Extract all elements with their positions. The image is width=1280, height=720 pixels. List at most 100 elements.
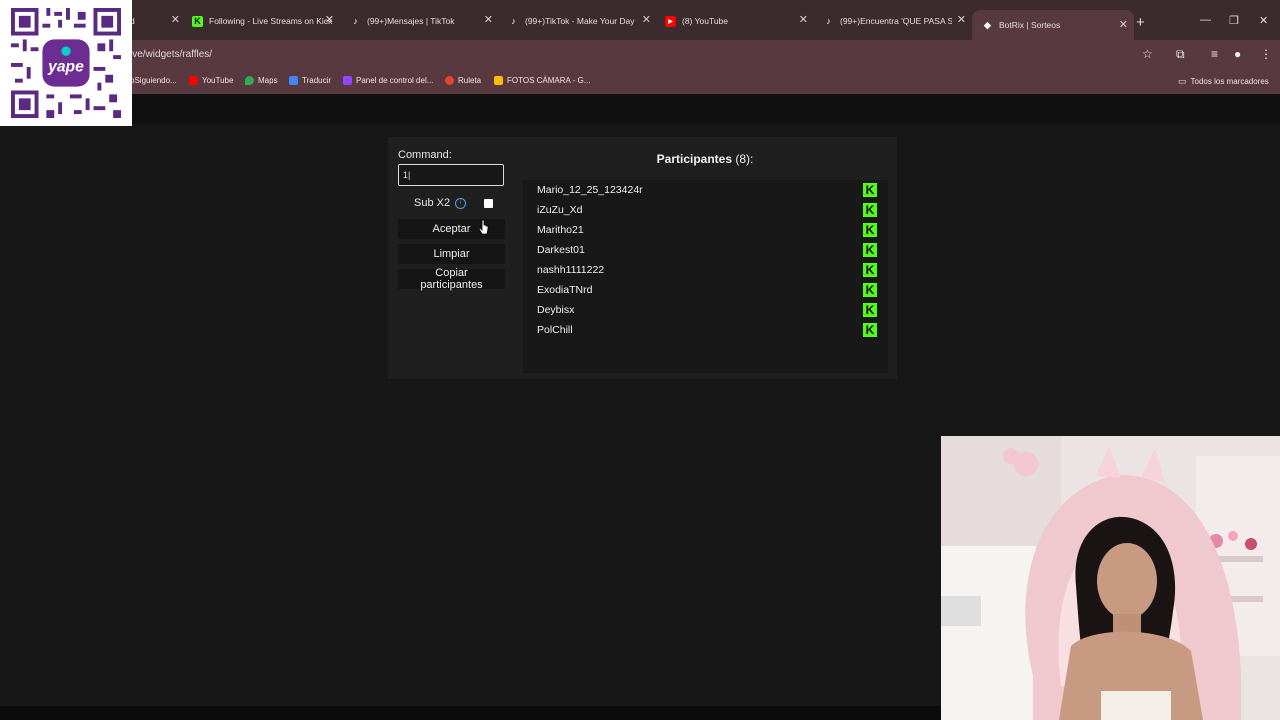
tab-2[interactable]: ♪ (99+)Mensajes | TikTok ✕ (350, 8, 493, 34)
sub-x2-checkbox[interactable] (484, 199, 493, 208)
twitch-icon (343, 76, 352, 85)
kick-icon: K (863, 263, 877, 277)
participant-row: Maritho21 K (537, 220, 877, 240)
close-tab-icon[interactable]: ✕ (799, 13, 808, 26)
info-icon[interactable]: i (455, 197, 467, 209)
yape-logo: yape (47, 59, 84, 76)
bookmark-item[interactable]: oSiguiendo... (130, 76, 177, 85)
media-icon[interactable]: ≡ (1211, 47, 1218, 61)
url-field[interactable]: ive/widgets/raffles/ (130, 49, 212, 60)
participant-name: Mario_12_25_123424r (537, 184, 643, 196)
participant-row: iZuZu_Xd K (537, 200, 877, 220)
tab-6[interactable]: ◆ BotRix | Sorteos ✕ (972, 10, 1134, 40)
tab-title: (8) YouTube (682, 16, 728, 26)
kick-icon: K (863, 243, 877, 257)
copy-participants-button[interactable]: Copiar participantes (398, 267, 505, 291)
participants-count: (8): (735, 152, 754, 166)
all-bookmarks-label: Todos los marcadores (1190, 77, 1269, 86)
close-tab-icon[interactable]: ✕ (642, 13, 651, 26)
participant-name: nashh1111222 (537, 264, 605, 276)
tab-title: BotRix | Sorteos (999, 20, 1061, 30)
bookmark-item[interactable]: FOTOS CÁMARA - G... (494, 76, 590, 85)
bookmark-label: YouTube (202, 76, 234, 85)
close-window-icon[interactable]: ✕ (1259, 14, 1268, 27)
tab-5[interactable]: ♪ (99+)Encuentra 'QUE PASA SI N ✕ (823, 8, 966, 34)
close-tab-icon[interactable]: ✕ (325, 13, 334, 26)
participant-row: PolChill K (537, 320, 877, 340)
participant-row: Deybisx K (537, 300, 877, 320)
star-icon[interactable]: ☆ (1142, 47, 1153, 61)
minimize-icon[interactable]: — (1200, 14, 1211, 26)
kick-icon: K (863, 183, 877, 197)
bookmark-item[interactable]: Ruleta (445, 76, 481, 85)
participant-row: Darkest01 K (537, 240, 877, 260)
new-tab-icon[interactable]: + (1136, 14, 1145, 31)
bookmark-label: FOTOS CÁMARA - G... (507, 76, 591, 85)
participant-name: Deybisx (537, 304, 575, 316)
participants-title: Participantes (656, 152, 733, 166)
bookmark-label: oSiguiendo... (130, 76, 177, 85)
tiktok-icon: ♪ (826, 16, 831, 26)
bookmark-item[interactable]: Panel de control del... (343, 76, 433, 85)
participant-name: Maritho21 (537, 224, 584, 236)
tab-3[interactable]: ♪ (99+)TikTok - Make Your Day ✕ (508, 8, 651, 34)
restore-icon[interactable]: ❐ (1229, 14, 1239, 27)
extensions-icon[interactable]: ⧉ (1176, 47, 1185, 62)
command-input[interactable] (398, 164, 504, 186)
translate-icon (289, 76, 298, 85)
participant-name: Darkest01 (537, 244, 585, 256)
bookmarks-bar: oSiguiendo... YouTube Maps Traducir Pane… (0, 70, 1280, 94)
bookmark-item[interactable]: YouTube (189, 76, 233, 85)
participant-row: nashh1111222 K (537, 260, 877, 280)
bookmark-label: Maps (258, 76, 278, 85)
kick-icon: K (863, 223, 877, 237)
participant-name: ExodiaTNrd (537, 284, 593, 296)
all-bookmarks[interactable]: ▭ Todos los marcadores (1178, 76, 1269, 87)
clear-button[interactable]: Limpiar (398, 244, 505, 264)
tab-title: (99+)Mensajes | TikTok (367, 16, 455, 26)
tab-title: (99+)Encuentra 'QUE PASA SI N (840, 16, 952, 26)
bookmark-label: Traducir (302, 76, 332, 85)
webcam-overlay (941, 436, 1280, 720)
tab-4[interactable]: ▶ (8) YouTube ✕ (665, 8, 808, 34)
drive-icon (494, 76, 503, 85)
browser-tab-bar: d ✕ K Following - Live Streams on Kick ✕… (0, 0, 1280, 40)
youtube-icon (189, 76, 198, 85)
menu-icon[interactable]: ⋮ (1260, 47, 1272, 61)
kick-icon: K (863, 203, 877, 217)
bookmark-item[interactable]: Traducir (289, 76, 331, 85)
kick-icon: K (192, 15, 203, 27)
tiktok-icon: ♪ (511, 16, 516, 26)
participants-heading: Participantes (8): (523, 152, 887, 166)
webcam-image (941, 436, 1280, 720)
close-tab-icon[interactable]: ✕ (1119, 18, 1128, 31)
command-label: Command: (398, 149, 452, 161)
tab-0[interactable]: d ✕ (130, 8, 180, 34)
tiktok-icon: ♪ (353, 16, 358, 26)
qr-code-overlay: yape (0, 0, 132, 126)
avatar[interactable]: ● (1234, 47, 1241, 61)
participants-list: Mario_12_25_123424r K iZuZu_Xd K Maritho21… (523, 180, 888, 373)
roulette-icon (445, 76, 454, 85)
participant-name: iZuZu_Xd (537, 204, 583, 216)
tab-title: (99+)TikTok - Make Your Day (525, 16, 635, 26)
mouse-pointer-icon (478, 219, 489, 235)
bookmark-label: Panel de control del... (356, 76, 434, 85)
folder-icon: ▭ (1178, 76, 1187, 86)
close-tab-icon[interactable]: ✕ (171, 13, 180, 26)
address-bar: ive/widgets/raffles/ ☆ ⧉ ≡ ● ⋮ (0, 40, 1280, 70)
sub-x2-label: Sub X2 (414, 197, 451, 209)
sub-x2-option: Sub X2 i (414, 197, 467, 209)
bookmark-item[interactable]: Maps (245, 76, 278, 85)
kick-icon: K (863, 303, 877, 317)
botrix-icon: ◆ (984, 19, 991, 30)
youtube-icon: ▶ (665, 15, 676, 27)
qr-code-icon: yape (11, 8, 121, 118)
page-header-strip (0, 94, 1280, 124)
tab-1[interactable]: K Following - Live Streams on Kick ✕ (192, 8, 334, 34)
kick-icon: K (863, 323, 877, 337)
close-tab-icon[interactable]: ✕ (484, 13, 493, 26)
close-tab-icon[interactable]: ✕ (957, 13, 966, 26)
participant-row: ExodiaTNrd K (537, 280, 877, 300)
tab-title: Following - Live Streams on Kick (209, 16, 333, 26)
